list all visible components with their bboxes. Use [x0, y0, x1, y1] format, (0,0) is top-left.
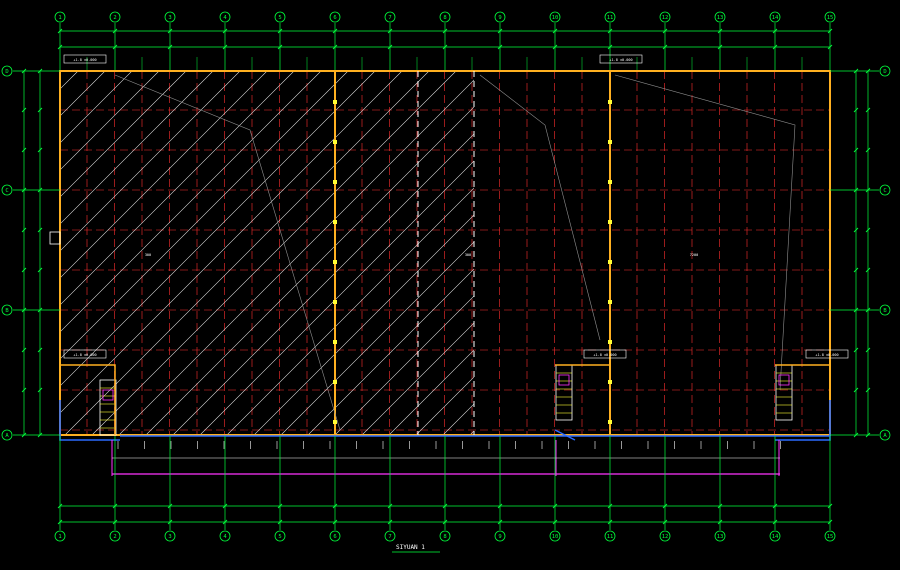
column-axis-label: 6 — [333, 534, 336, 540]
hatch-stroke — [60, 71, 322, 333]
column-axis-label: 5 — [278, 15, 281, 21]
hatch-stroke — [145, 106, 474, 435]
slope-line — [614, 74, 796, 391]
column-axis-label: 8 — [443, 534, 446, 540]
column-marker — [608, 420, 612, 424]
column-axis-label: 7 — [388, 15, 391, 21]
dimension-lines — [21, 28, 871, 525]
level-tag: +1.8 ±0.000 — [593, 353, 616, 357]
hatch-stroke — [60, 71, 403, 414]
column-axis-label: 11 — [607, 534, 614, 540]
column-axis-label: 10 — [552, 534, 559, 540]
column-marker — [608, 260, 612, 264]
zone-label: 7200 — [690, 253, 698, 257]
outer-wall — [59, 70, 831, 436]
row-axis-label: D — [5, 69, 8, 75]
column-axis-label: 7 — [388, 534, 391, 540]
column-axis-label: 12 — [662, 15, 669, 21]
column-axis-label: 11 — [607, 15, 614, 21]
hatch-stroke — [172, 133, 474, 435]
column-marker — [333, 180, 337, 184]
column-axis-label: 1 — [58, 534, 61, 540]
detail-linework — [49, 74, 831, 476]
column-marker — [608, 140, 612, 144]
column-axis-label: 3 — [168, 534, 171, 540]
column-axis-label: 2 — [113, 15, 116, 21]
column-axis-label: 5 — [278, 534, 281, 540]
structural-grid — [60, 71, 830, 435]
column-marker — [333, 260, 337, 264]
building-walls — [59, 70, 831, 436]
column-marker — [608, 300, 612, 304]
hatch-stroke — [60, 71, 241, 252]
column-marker — [608, 380, 612, 384]
column-marker — [333, 380, 337, 384]
hatch-stroke — [469, 430, 474, 435]
hatch-stroke — [0, 71, 51, 435]
hatch-stroke — [64, 71, 430, 435]
hatch-stroke — [524, 71, 888, 435]
zone-label: 300 — [465, 253, 471, 257]
column-axis-label: 13 — [717, 534, 724, 540]
hatch-stroke — [226, 187, 474, 435]
row-axis-label: D — [883, 69, 886, 75]
stair-icon — [558, 374, 570, 386]
hatch-stroke — [497, 71, 861, 435]
hatch-stroke — [60, 71, 106, 117]
row-axis-label: C — [883, 188, 886, 194]
stair-icon — [102, 389, 114, 401]
column-marker — [608, 340, 612, 344]
column-marker — [608, 180, 612, 184]
column-axis-label: 9 — [498, 534, 501, 540]
hatch-stroke — [551, 71, 900, 435]
zone-label: 300 — [145, 253, 151, 257]
hatch-stroke — [60, 71, 79, 90]
hatch-stroke — [199, 160, 474, 435]
hatch-stroke — [0, 71, 24, 435]
column-marker — [608, 100, 612, 104]
floor-plan-drawing: 1122334455667788991010111112121313141415… — [0, 11, 900, 553]
column-axis-label: 14 — [772, 534, 779, 540]
hatch-stroke — [118, 79, 474, 435]
axis-lines-and-bubbles: 1122334455667788991010111112121313141415… — [1, 11, 891, 542]
column-axis-label: 15 — [827, 15, 834, 21]
hatch-stroke — [361, 322, 474, 435]
column-axis-label: 15 — [827, 534, 834, 540]
column-axis-label: 8 — [443, 15, 446, 21]
column-axis-label: 1 — [58, 15, 61, 21]
cad-drawing-viewport[interactable]: 1 1 2 2 3 3 4 4 5 5 6 6 7 7 8 8 9 9 10 10 11 11 12 12 13 13 14 14 15… — [0, 0, 900, 566]
level-tag: +1.8 ±0.000 — [73, 353, 96, 357]
annotation-labels: 300 300 7200 +1.8 ±0.000 +1.8 ±0.000 +1.8 ±0.… — [63, 54, 849, 359]
column-axis-label: 13 — [717, 15, 724, 21]
column-axis-label: 6 — [333, 15, 336, 21]
column-marker — [333, 140, 337, 144]
hatch-stroke — [60, 71, 349, 360]
hatch-stroke — [442, 403, 474, 435]
hatch-stroke — [307, 268, 474, 435]
column-marker — [333, 300, 337, 304]
hatch-stroke — [388, 349, 474, 435]
column-axis-label: 14 — [772, 15, 779, 21]
column-axis-label: 12 — [662, 534, 669, 540]
column-marker — [608, 220, 612, 224]
level-tag: +1.8 ±0.000 — [815, 353, 838, 357]
column-marker — [333, 220, 337, 224]
drawing-title: SIYUAN 1 — [396, 544, 425, 551]
row-axis-label: C — [5, 188, 8, 194]
hatch-stroke — [253, 214, 474, 435]
column-axis-label: 9 — [498, 15, 501, 21]
hatch-stroke — [60, 71, 376, 387]
column-axis-label: 2 — [113, 534, 116, 540]
column-marker — [333, 420, 337, 424]
column-marker — [333, 340, 337, 344]
level-tag: +1.8 ±0.000 — [609, 58, 632, 62]
column-axis-label: 3 — [168, 15, 171, 21]
elevation-marker-icon — [49, 231, 61, 245]
level-tag: +1.8 ±0.000 — [73, 58, 96, 62]
column-axis-label: 10 — [552, 15, 559, 21]
hatch-area — [0, 71, 900, 435]
column-marker — [333, 100, 337, 104]
